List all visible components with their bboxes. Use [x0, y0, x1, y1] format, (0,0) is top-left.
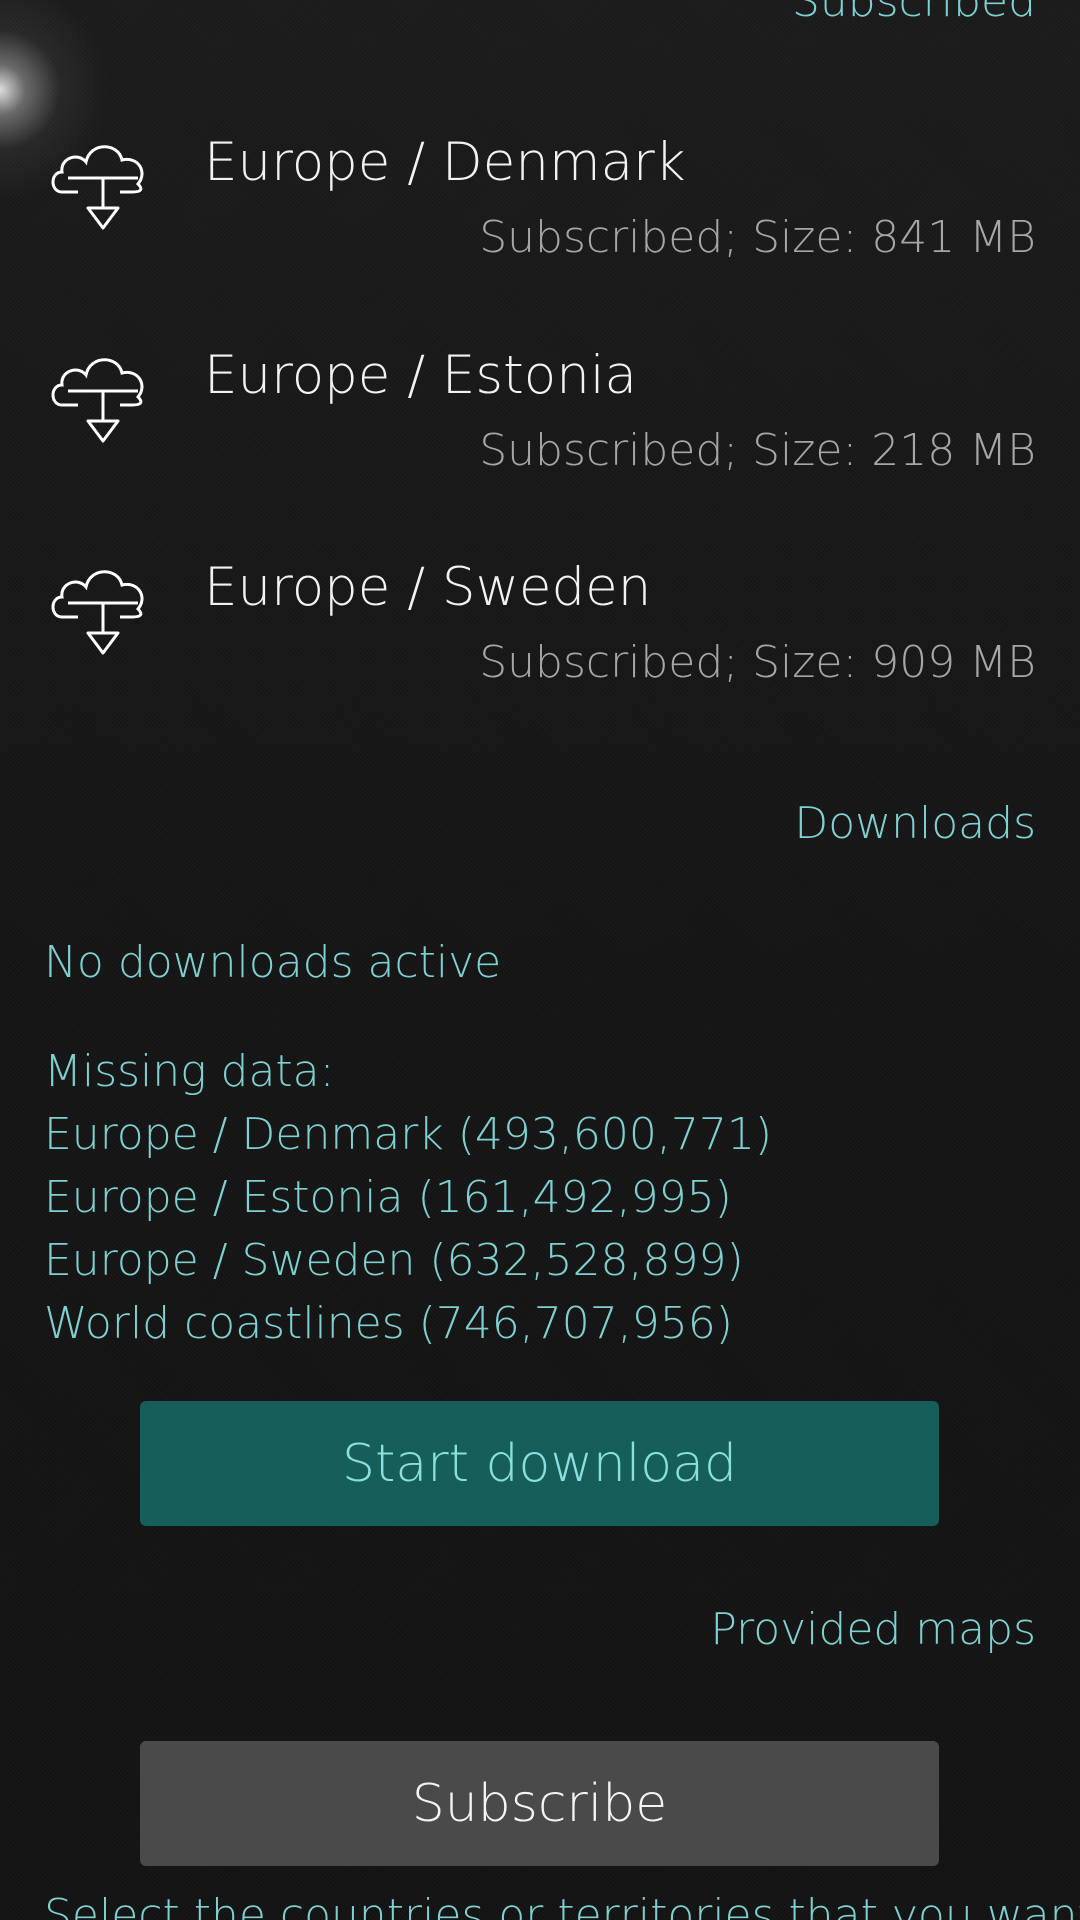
- subscribe-button[interactable]: Subscribe: [140, 1741, 939, 1866]
- start-download-button[interactable]: Start download: [140, 1401, 939, 1526]
- missing-data-item: Europe / Sweden (632,528,899): [44, 1235, 744, 1286]
- map-item-estonia[interactable]: Europe / Estonia Subscribed; Size: 218 M…: [0, 345, 1080, 545]
- cloud-download-icon: [48, 557, 158, 657]
- provided-maps-hint: Select the countries or territories that…: [44, 1890, 1080, 1920]
- map-name: Europe / Estonia: [204, 345, 638, 406]
- map-item-sweden[interactable]: Europe / Sweden Subscribed; Size: 909 MB: [0, 557, 1080, 757]
- start-download-label: Start download: [341, 1433, 737, 1494]
- map-name: Europe / Denmark: [204, 132, 686, 193]
- missing-data-title: Missing data:: [44, 1046, 335, 1097]
- section-header-downloads: Downloads: [794, 798, 1036, 849]
- missing-data-item: World coastlines (746,707,956): [44, 1298, 733, 1349]
- map-name: Europe / Sweden: [204, 557, 652, 618]
- map-status: Subscribed; Size: 841 MB: [479, 212, 1036, 263]
- map-item-denmark[interactable]: Europe / Denmark Subscribed; Size: 841 M…: [0, 132, 1080, 332]
- section-header-subscribed: Subscribed: [791, 0, 1036, 27]
- subscribe-label: Subscribe: [411, 1773, 668, 1834]
- missing-data-item: Europe / Estonia (161,492,995): [44, 1172, 732, 1223]
- cloud-download-icon: [48, 345, 158, 445]
- cloud-download-icon: [48, 132, 158, 232]
- download-status-text: No downloads active: [44, 937, 502, 988]
- missing-data-list: Missing data: Europe / Denmark (493,600,…: [44, 1040, 772, 1355]
- map-status: Subscribed; Size: 218 MB: [479, 425, 1036, 476]
- section-header-provided-maps: Provided maps: [710, 1604, 1036, 1655]
- map-status: Subscribed; Size: 909 MB: [479, 637, 1036, 688]
- missing-data-item: Europe / Denmark (493,600,771): [44, 1109, 772, 1160]
